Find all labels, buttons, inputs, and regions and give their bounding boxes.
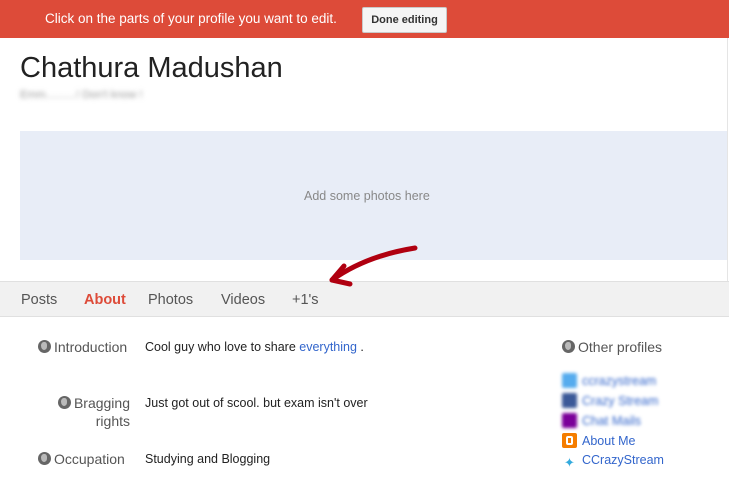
profile-link-facebook[interactable]: Crazy Stream [562, 393, 658, 408]
tab-photos[interactable]: Photos [148, 292, 193, 308]
tab-videos[interactable]: Videos [221, 292, 265, 308]
content-border [727, 38, 728, 281]
globe-icon [38, 340, 51, 353]
introduction-value[interactable]: Cool guy who love to share everything . [145, 340, 364, 354]
done-editing-button[interactable]: Done editing [362, 7, 447, 33]
occupation-value[interactable]: Studying and Blogging [145, 452, 270, 466]
bragging-rights-label: Bragging rights [55, 395, 130, 429]
twitter-icon [562, 373, 577, 388]
profile-link-twitter-ccrazystream[interactable]: ✦ CCrazyStream [562, 453, 664, 470]
globe-icon [562, 340, 575, 353]
profile-link-about-me[interactable]: About Me [562, 433, 636, 448]
globe-icon [38, 452, 51, 465]
edit-mode-banner: Click on the parts of your profile you w… [0, 0, 729, 38]
profile-tagline[interactable]: Emm..........! Don't know ! [20, 89, 143, 101]
yahoo-icon [562, 413, 577, 428]
edit-mode-message: Click on the parts of your profile you w… [45, 11, 337, 26]
bragging-rights-value[interactable]: Just got out of scool. but exam isn't ov… [145, 396, 368, 410]
profile-link-twitter[interactable]: ccrazystream [562, 373, 656, 388]
everything-link[interactable]: everything [299, 340, 357, 354]
occupation-label: Occupation [38, 451, 125, 467]
profile-name[interactable]: Chathura Madushan [20, 52, 283, 85]
introduction-label: Introduction [38, 339, 127, 355]
other-profiles-title: Other profiles [562, 339, 662, 355]
tab-posts[interactable]: Posts [21, 292, 57, 308]
facebook-icon [562, 393, 577, 408]
tab-about[interactable]: About [84, 292, 126, 308]
twitter-icon: ✦ [564, 455, 575, 470]
profile-link-yahoo[interactable]: Chat Mails [562, 413, 641, 428]
globe-icon [57, 396, 71, 409]
add-photos-placeholder[interactable]: Add some photos here [304, 189, 430, 203]
annotation-arrow [329, 245, 418, 287]
blogger-icon [562, 433, 577, 448]
